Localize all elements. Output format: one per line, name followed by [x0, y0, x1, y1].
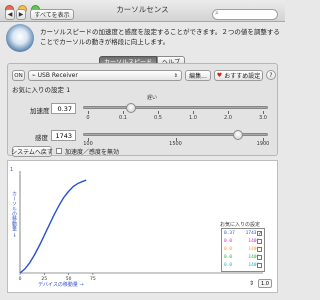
favorite-label: お気に入りの設定 1: [12, 86, 71, 94]
forward-button[interactable]: ▶: [16, 9, 26, 20]
title-bar: カーソルセンス ◀ ▶ すべてを表示 ⌕: [0, 0, 285, 22]
device-select[interactable]: ⌁ USB Receiver ⇕: [28, 70, 182, 81]
slider-tick-label: 1.0: [189, 115, 197, 121]
acceleration-slider-thumb[interactable]: [126, 103, 137, 113]
slider-tick-label: 1500: [169, 141, 182, 147]
y-max-marker: 1: [10, 167, 14, 173]
description-text: カーソルスピードの加速度と感度を設定することができます。２つの値を調整することで…: [40, 28, 280, 46]
legend-entry: 0.0 1400: [224, 239, 260, 244]
acceleration-slider[interactable]: [83, 106, 268, 109]
x-tick-label: 75: [90, 276, 96, 282]
acceleration-label: 加速度: [30, 107, 50, 115]
device-name: USB Receiver: [37, 72, 78, 79]
search-input[interactable]: ⌕: [212, 9, 278, 20]
system-reset-button[interactable]: システムへ戻す: [11, 146, 53, 157]
legend-title: お気に入りの設定: [220, 222, 261, 228]
disable-label: 加速度／感度を無効: [65, 149, 120, 156]
slider-tick-label: 3.0: [259, 115, 267, 121]
favorites-legend: 0.37 1743 ✓ 0.0 1400 0.0 1400 0.0 1400 0.0 14…: [221, 228, 265, 272]
slider-tick: [228, 111, 229, 114]
acceleration-field[interactable]: 0.37: [51, 103, 76, 114]
slider-tick: [123, 111, 124, 114]
sensitivity-slider-thumb[interactable]: [233, 130, 244, 140]
search-icon: ⌕: [215, 9, 219, 17]
x-axis-label: デバイスの移動量 →: [38, 282, 84, 288]
legend-checkbox[interactable]: [257, 263, 262, 268]
recommended-label: おすすめ設定: [224, 73, 261, 80]
slider-tick-label: 100: [83, 141, 93, 147]
show-all-button[interactable]: すべてを表示: [30, 9, 74, 20]
back-button[interactable]: ◀: [5, 9, 15, 20]
legend-checkbox[interactable]: [257, 239, 262, 244]
slider-tick: [263, 111, 264, 114]
y-axis-label: カーソルの移動量 →: [11, 191, 17, 237]
slider-tick-label: 1900: [256, 141, 270, 147]
chevron-down-icon: ⇕: [173, 72, 178, 79]
help-button[interactable]: ?: [266, 70, 276, 80]
legend-entry: 0.37 1743: [224, 231, 257, 236]
scale-select[interactable]: 1.0: [258, 279, 272, 288]
edit-button[interactable]: 編集...: [185, 70, 211, 81]
slider-tick: [193, 111, 194, 114]
slider-tick: [158, 111, 159, 114]
legend-checkbox[interactable]: [257, 247, 262, 252]
legend-entry: 0.0 1400: [224, 263, 260, 268]
slider-tick-label: 0: [86, 115, 90, 121]
sensitivity-field[interactable]: 1743: [51, 130, 76, 141]
cursorsense-logo: [6, 24, 34, 52]
slow-label: 遅い: [146, 95, 158, 101]
slider-tick-label: 0.5: [154, 115, 162, 121]
legend-entry: 0.0 1400: [224, 255, 260, 260]
power-toggle[interactable]: ON: [12, 70, 25, 81]
sensitivity-label: 感度: [35, 134, 48, 142]
scale-arrow-icon[interactable]: ⇕: [249, 280, 254, 287]
slider-tick-label: 2.0: [224, 115, 232, 121]
usb-icon: ⌁: [32, 72, 36, 79]
disable-checkbox[interactable]: [56, 148, 62, 154]
legend-entry: 0.0 1400: [224, 247, 260, 252]
recommended-settings-button[interactable]: ♥ おすすめ設定: [214, 70, 263, 81]
x-tick-label: 0: [19, 276, 22, 282]
legend-checkbox[interactable]: ✓: [257, 231, 262, 237]
slider-tick: [88, 111, 89, 114]
slider-tick-label: 0.1: [119, 115, 127, 121]
heart-icon: ♥: [216, 72, 223, 79]
legend-checkbox[interactable]: [257, 255, 262, 260]
speed-curve: [19, 179, 87, 274]
settings-panel: ON ⌁ USB Receiver ⇕ 編集... ♥ おすすめ設定 ? お気に…: [7, 63, 278, 157]
